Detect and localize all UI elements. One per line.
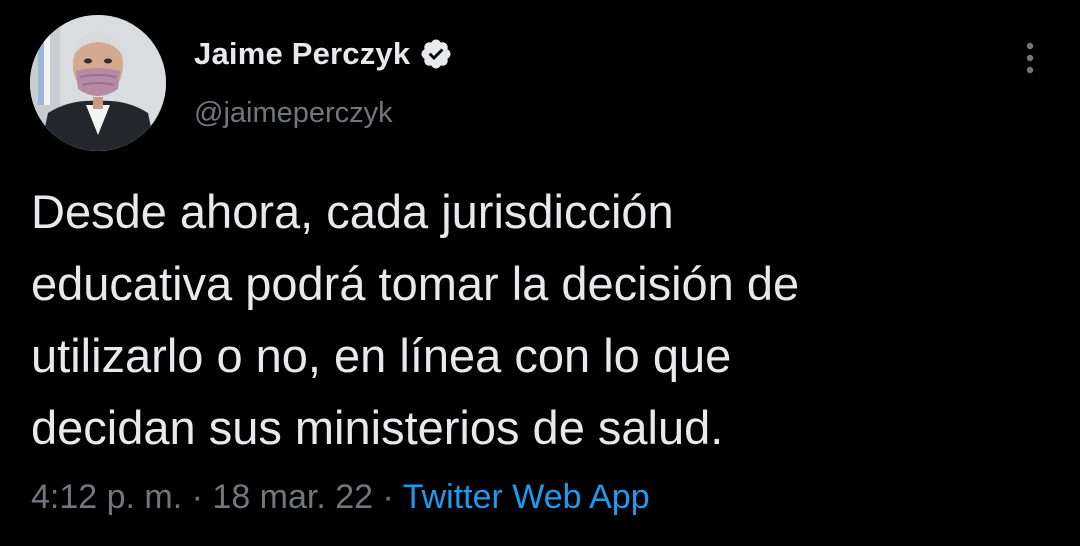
verified-badge-icon (419, 37, 453, 71)
tweet-time[interactable]: 4:12 p. m. (31, 478, 182, 516)
more-vertical-icon (1026, 42, 1034, 74)
meta-separator: · (182, 478, 213, 516)
tweet: Jaime Perczyk @jaimeperczyk Desde ahora,… (0, 0, 1080, 546)
avatar[interactable] (30, 15, 166, 151)
meta-separator: · (373, 478, 403, 516)
author-handle[interactable]: @jaimeperczyk (194, 97, 393, 130)
tweet-metadata: 4:12 p. m. · 18 mar. 22 · Twitter Web Ap… (31, 478, 650, 517)
tweet-date[interactable]: 18 mar. 22 (212, 478, 373, 516)
author-display-name[interactable]: Jaime Perczyk (194, 36, 410, 72)
more-options-button[interactable] (1014, 40, 1046, 76)
tweet-source-link[interactable]: Twitter Web App (403, 478, 650, 516)
tweet-text: Desde ahora, cada jurisdicción educativa… (31, 185, 800, 454)
author-name-row[interactable]: Jaime Perczyk (194, 36, 453, 72)
avatar-image (30, 15, 166, 151)
